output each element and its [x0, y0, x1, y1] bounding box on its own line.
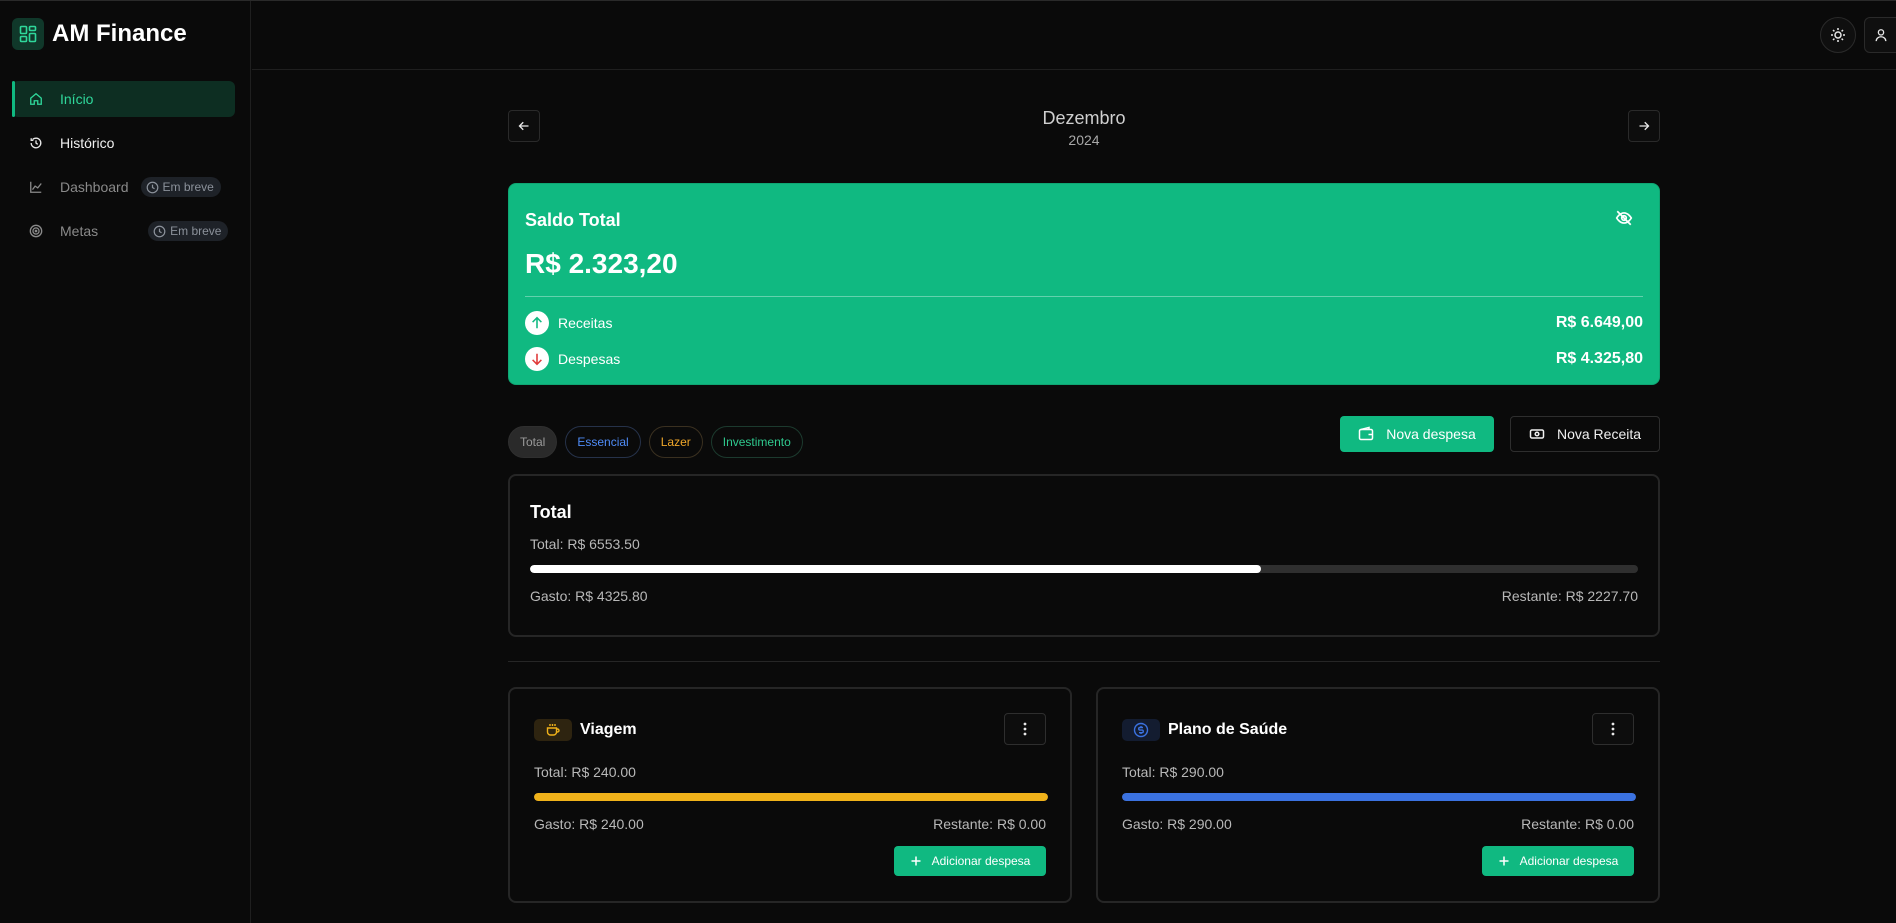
category-card-plano-de-saude: Plano de Saúde Total: R$ 290.00 Gasto: R…: [1096, 687, 1660, 903]
income-label: Receitas: [558, 315, 613, 331]
badge-label: Em breve: [170, 224, 222, 238]
filter-essencial[interactable]: Essencial: [565, 426, 641, 458]
clock-icon: [146, 181, 158, 193]
filter-investimento[interactable]: Investimento: [710, 426, 803, 458]
sidebar: AM Finance Início Histórico Dashboard Em…: [0, 1, 251, 923]
add-expense-button[interactable]: Adicionar despesa: [1482, 846, 1634, 876]
wallet-icon: [1358, 426, 1374, 441]
dollar-circle-icon: [1122, 719, 1160, 741]
new-income-button[interactable]: Nova Receita: [1510, 416, 1660, 452]
spent-amount: Gasto: R$ 240.00: [534, 816, 644, 832]
new-expense-button[interactable]: Nova despesa: [1340, 416, 1494, 452]
progress-bar: [534, 793, 1048, 801]
add-expense-label: Adicionar despesa: [931, 854, 1031, 868]
progress-bar: [530, 565, 1638, 573]
spent-amount: Gasto: R$ 290.00: [1122, 816, 1232, 832]
add-expense-label: Adicionar despesa: [1519, 854, 1619, 868]
month-navigator: Dezembro 2024: [508, 108, 1660, 158]
add-expense-button[interactable]: Adicionar despesa: [894, 846, 1046, 876]
new-income-label: Nova Receita: [1556, 426, 1642, 442]
topbar: [252, 1, 1896, 70]
sidebar-item-metas[interactable]: Metas Em breve: [12, 213, 235, 249]
sidebar-item-historico[interactable]: Histórico: [12, 125, 235, 161]
status-badge: Em breve: [148, 221, 229, 241]
progress-bar-fill: [1122, 793, 1636, 801]
sidebar-item-label: Início: [60, 91, 94, 107]
sidebar-item-label: Histórico: [60, 135, 115, 151]
remaining-amount: Restante: R$ 0.00: [933, 816, 1046, 832]
year-label: 2024: [1068, 132, 1100, 148]
more-vertical-icon: [1611, 722, 1615, 736]
brand[interactable]: AM Finance: [12, 18, 187, 50]
sun-icon: [1831, 28, 1845, 42]
plus-icon: [1499, 856, 1509, 866]
target-icon: [28, 223, 44, 239]
more-vertical-icon: [1023, 722, 1027, 736]
progress-bar-fill: [534, 793, 1048, 801]
sidebar-item-inicio[interactable]: Início: [12, 81, 235, 117]
expense-label: Despesas: [558, 351, 621, 367]
sidebar-nav: Início Histórico Dashboard Em breve Meta…: [12, 81, 235, 257]
sidebar-item-label: Metas: [60, 223, 99, 239]
total-amount: Total: R$ 290.00: [1122, 764, 1224, 780]
status-badge: Em breve: [140, 177, 221, 197]
divider: [508, 661, 1660, 662]
arrow-up-icon: [525, 311, 549, 335]
new-expense-label: Nova despesa: [1386, 426, 1476, 442]
remaining-amount: Restante: R$ 2227.70: [1501, 588, 1638, 604]
coffee-icon: [534, 719, 572, 741]
category-filters: Total Essencial Lazer Investimento: [508, 426, 803, 458]
expense-value: R$ 4.325,80: [1555, 350, 1643, 367]
clock-icon: [153, 225, 166, 237]
balance-title: Saldo Total: [525, 210, 621, 230]
plus-icon: [911, 856, 921, 866]
banknote-icon: [1529, 429, 1545, 439]
chart-icon: [28, 179, 44, 195]
card-title: Total: [530, 502, 572, 522]
category-name: Viagem: [580, 721, 637, 738]
progress-bar: [1122, 793, 1636, 801]
balance-value: R$ 2.323,20: [525, 248, 678, 279]
spent-amount: Gasto: R$ 4325.80: [530, 588, 648, 604]
divider: [525, 296, 1643, 297]
history-icon: [28, 135, 44, 151]
eye-off-icon: [1615, 210, 1633, 226]
balance-card: Saldo Total R$ 2.323,20 Receitas R$ 6.64…: [508, 183, 1660, 385]
category-menu-button[interactable]: [1004, 713, 1046, 745]
total-amount: Total: R$ 6553.50: [530, 536, 640, 552]
income-row: Receitas R$ 6.649,00: [525, 310, 1643, 336]
remaining-amount: Restante: R$ 0.00: [1521, 816, 1634, 832]
expense-row: Despesas R$ 4.325,80: [525, 346, 1643, 372]
filter-total[interactable]: Total: [508, 426, 558, 458]
sidebar-item-label: Dashboard: [60, 179, 129, 195]
sidebar-item-dashboard[interactable]: Dashboard Em breve: [12, 169, 235, 205]
progress-bar-fill: [530, 565, 1262, 573]
category-card-viagem: Viagem Total: R$ 240.00 Gasto: R$ 240.00…: [508, 687, 1072, 903]
theme-toggle-button[interactable]: [1820, 17, 1856, 53]
hide-balance-button[interactable]: [1615, 209, 1635, 229]
category-menu-button[interactable]: [1592, 713, 1634, 745]
user-icon: [1875, 29, 1887, 42]
category-name: Plano de Saúde: [1168, 721, 1288, 738]
income-value: R$ 6.649,00: [1555, 314, 1643, 331]
badge-label: Em breve: [162, 180, 214, 194]
month-label: Dezembro: [1042, 108, 1126, 128]
total-amount: Total: R$ 240.00: [534, 764, 636, 780]
user-menu-button[interactable]: [1864, 17, 1896, 53]
dashboard-grid-icon: [12, 18, 44, 50]
arrow-right-icon: [1639, 121, 1650, 131]
next-month-button[interactable]: [1628, 110, 1660, 142]
arrow-down-icon: [525, 347, 549, 371]
home-icon: [28, 91, 44, 107]
filter-lazer[interactable]: Lazer: [648, 426, 703, 458]
total-budget-card: Total Total: R$ 6553.50 Gasto: R$ 4325.8…: [508, 474, 1660, 637]
app-root: AM Finance Início Histórico Dashboard Em…: [0, 0, 1896, 923]
app-title: AM Finance: [52, 20, 187, 47]
